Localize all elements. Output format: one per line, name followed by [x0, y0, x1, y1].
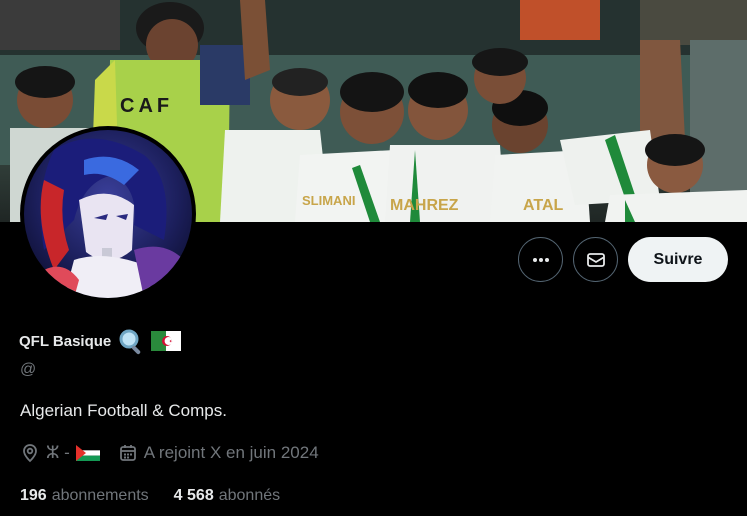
- more-options-button[interactable]: [518, 237, 563, 282]
- profile-meta: ⵣ - A rejoint X en juin 2024: [20, 441, 319, 465]
- location-pin-icon: [23, 444, 37, 463]
- followers-label: abonnés: [218, 487, 281, 504]
- calendar-icon: [119, 445, 136, 461]
- followers-link[interactable]: 4 568 abonnés: [174, 487, 280, 505]
- location: ⵣ -: [20, 443, 100, 463]
- profile-page: CAF SLIMANI MAHREZ ATAL Suivre QFL Basiq…: [0, 0, 747, 516]
- avatar-image: [24, 130, 192, 298]
- banner-bib-text: CAF: [120, 95, 173, 117]
- display-name: QFL Basique: [19, 332, 112, 350]
- banner-jersey-name: MAHREZ: [390, 197, 459, 214]
- profile-bio: Algerian Football & Comps.: [20, 401, 227, 420]
- join-date-text: A rejoint X en juin 2024: [143, 443, 319, 462]
- profile-avatar[interactable]: [20, 126, 196, 302]
- join-date: A rejoint X en juin 2024: [118, 443, 319, 463]
- following-count: 196: [20, 487, 47, 504]
- location-text: ⵣ -: [46, 443, 70, 462]
- following-label: abonnements: [51, 487, 149, 504]
- message-button[interactable]: [573, 237, 618, 282]
- envelope-icon: [586, 252, 605, 267]
- follow-stats: 196 abonnements 4 568 abonnés: [20, 484, 280, 508]
- user-handle: @: [20, 361, 37, 378]
- more-dots-icon: [532, 257, 549, 262]
- banner-jersey-name: ATAL: [523, 197, 564, 214]
- magnifying-glass-icon: [117, 327, 145, 355]
- banner-jersey-name: SLIMANI: [302, 193, 355, 208]
- follow-button[interactable]: Suivre: [628, 237, 728, 282]
- followers-count: 4 568: [173, 487, 214, 504]
- palestine-flag-icon: [75, 445, 100, 461]
- algeria-flag-icon: [151, 331, 182, 351]
- display-name-row: QFL Basique: [19, 326, 182, 356]
- following-link[interactable]: 196 abonnements: [20, 487, 149, 505]
- follow-button-label: Suivre: [653, 250, 703, 268]
